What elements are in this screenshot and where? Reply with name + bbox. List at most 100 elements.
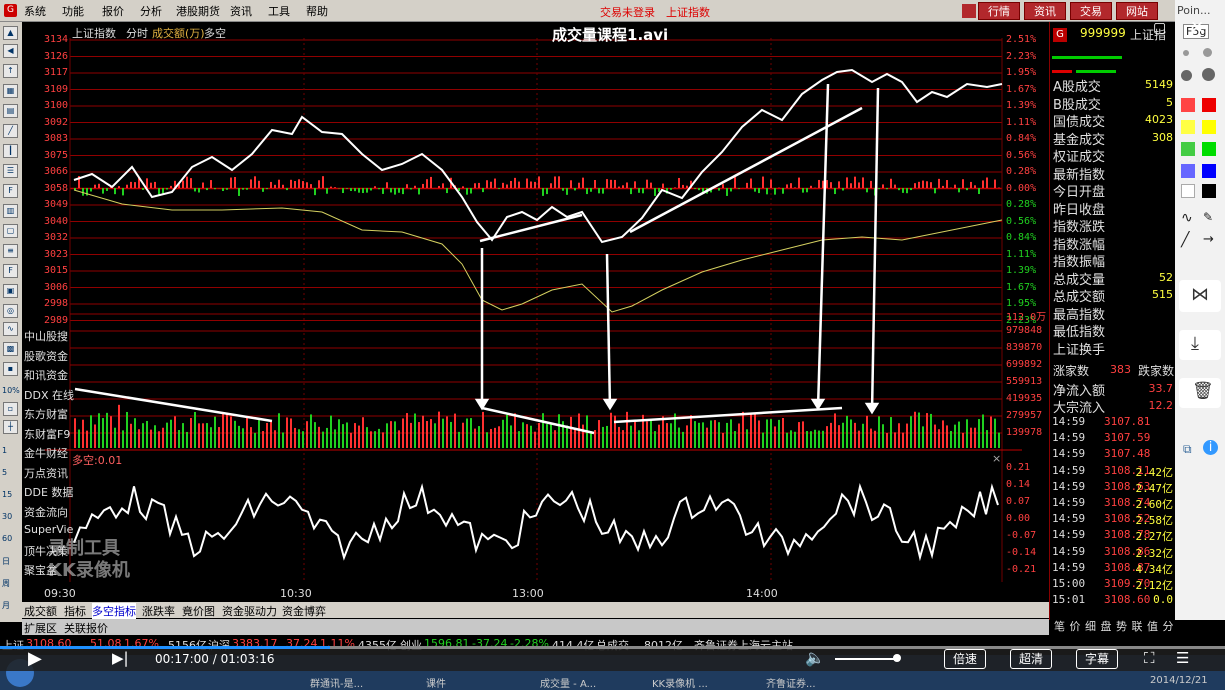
tab-extension[interactable]: 扩展区: [24, 620, 57, 636]
side-menu-item[interactable]: DDE 数据: [24, 484, 73, 500]
side-menu-item[interactable]: 和讯资金: [24, 367, 68, 383]
trade-button[interactable]: 交易: [1070, 2, 1112, 20]
website-button[interactable]: 网站: [1116, 2, 1158, 20]
side-menu-item[interactable]: 资金流向: [24, 504, 68, 520]
tab-fund-drive[interactable]: 资金驱动力: [222, 603, 277, 619]
period-1[interactable]: 1: [2, 446, 7, 455]
quote-button[interactable]: 行情: [978, 2, 1020, 20]
next-icon[interactable]: ▶|: [112, 649, 129, 667]
news-button[interactable]: 资讯: [1024, 2, 1066, 20]
tab-fund-game[interactable]: 资金博弈: [282, 603, 326, 619]
dot-small-icon[interactable]: [1183, 50, 1189, 56]
list-icon[interactable]: ☰: [3, 164, 18, 178]
close-indicator-icon[interactable]: ×: [992, 452, 1001, 465]
arrow-up-icon[interactable]: ▲: [3, 26, 18, 40]
panel-tab[interactable]: 细: [1085, 618, 1096, 634]
up-icon[interactable]: ↑: [3, 64, 18, 78]
eraser-icon[interactable]: ✎: [1203, 210, 1213, 224]
arrow-icon[interactable]: →: [1203, 232, 1214, 247]
side-menu-item[interactable]: 中山股搜: [24, 328, 68, 344]
period-week[interactable]: 周: [2, 578, 10, 589]
mode-longshort[interactable]: 多空: [204, 25, 226, 41]
fullscreen-icon[interactable]: ⛶: [1144, 649, 1155, 667]
restore-icon[interactable]: ▢: [1153, 20, 1166, 36]
back-icon[interactable]: ◀: [3, 44, 18, 58]
color-green2-icon[interactable]: [1202, 142, 1216, 156]
color-yellow2-icon[interactable]: [1202, 120, 1216, 134]
panel-tab[interactable]: 盘: [1101, 618, 1112, 634]
panel-tab[interactable]: 分: [1163, 618, 1174, 634]
f10-icon[interactable]: F: [3, 184, 18, 198]
subtitle-button[interactable]: 字幕: [1076, 649, 1119, 669]
stack-icon[interactable]: ≡: [3, 244, 18, 258]
volume-handle[interactable]: [893, 654, 901, 662]
share-button[interactable]: ⋈: [1179, 280, 1221, 312]
volume-icon[interactable]: 🔈: [805, 648, 825, 667]
period-day[interactable]: 日: [2, 556, 10, 567]
dot-xlarge-icon[interactable]: [1202, 68, 1215, 81]
tab-auction[interactable]: 竟价图: [182, 603, 215, 619]
intraday-chart[interactable]: [22, 22, 1049, 602]
dot-medium-icon[interactable]: [1203, 48, 1212, 57]
delete-button[interactable]: 🗑: [1179, 378, 1221, 408]
wave-icon[interactable]: ∿: [3, 322, 18, 336]
panel-tab[interactable]: 值: [1147, 618, 1158, 634]
color-darkred-icon[interactable]: [1202, 98, 1216, 112]
menu-hk-futures[interactable]: 港股期货: [176, 3, 220, 19]
color-black-icon[interactable]: [1202, 184, 1216, 198]
volume-slider[interactable]: [835, 658, 895, 660]
box2-icon[interactable]: ▫: [3, 402, 18, 416]
speed-button[interactable]: 倍速: [944, 649, 987, 669]
task-kk[interactable]: KK录像机 ...: [652, 675, 708, 690]
candle-icon[interactable]: ┃: [3, 144, 18, 158]
mode-amount[interactable]: 成交额(万): [152, 25, 205, 41]
task-item-0[interactable]: [170, 675, 255, 689]
playlist-icon[interactable]: ☰: [1176, 649, 1189, 667]
task-volume[interactable]: 成交量 - A...: [540, 675, 596, 690]
doc-icon[interactable]: ▣: [3, 284, 18, 298]
square-icon[interactable]: ▪: [3, 362, 18, 376]
panel-tab[interactable]: 笔: [1054, 618, 1065, 634]
color-yellow-icon[interactable]: [1181, 120, 1195, 134]
fin-icon[interactable]: F: [3, 264, 18, 278]
panel-tab[interactable]: 联: [1132, 618, 1143, 634]
trend-icon[interactable]: ╱: [3, 124, 18, 138]
tab-related[interactable]: 关联报价: [64, 620, 108, 636]
menu-help[interactable]: 帮助: [306, 3, 328, 19]
side-menu-item[interactable]: 东方财富: [24, 406, 68, 422]
grid-icon[interactable]: ▦: [3, 84, 18, 98]
panel-tab[interactable]: 势: [1116, 618, 1127, 634]
menu-system[interactable]: 系统: [24, 3, 46, 19]
side-menu-item[interactable]: 东财富F9: [24, 426, 70, 442]
pen-icon[interactable]: ∿: [1181, 210, 1193, 226]
task-broker[interactable]: 齐鲁证券...: [766, 675, 816, 690]
info-icon[interactable]: i: [1203, 440, 1218, 455]
mode-intraday[interactable]: 分时: [126, 25, 148, 41]
color-red-icon[interactable]: [1181, 98, 1195, 112]
menu-function[interactable]: 功能: [62, 3, 84, 19]
task-chat[interactable]: 群通讯-是...: [310, 675, 363, 690]
tab-longshort[interactable]: 多空指标: [92, 603, 136, 619]
play-icon[interactable]: ▶: [28, 648, 42, 669]
tab-indicator[interactable]: 指标: [64, 603, 86, 619]
color-white-icon[interactable]: [1181, 184, 1195, 198]
period-label[interactable]: 10%: [2, 386, 20, 395]
menu-quote[interactable]: 报价: [102, 3, 124, 19]
tick-icon[interactable]: ┼: [3, 420, 18, 434]
color-blue-icon[interactable]: [1181, 164, 1195, 178]
download-button[interactable]: ⤓: [1179, 330, 1221, 360]
side-menu-item[interactable]: 金牛财经: [24, 445, 68, 461]
menu-tools[interactable]: 工具: [268, 3, 290, 19]
circle-icon[interactable]: ◎: [3, 304, 18, 318]
bar-icon[interactable]: ▥: [3, 204, 18, 218]
box-icon[interactable]: ▢: [3, 224, 18, 238]
side-menu-item[interactable]: DDX 在线: [24, 387, 74, 403]
color-green-icon[interactable]: [1181, 142, 1195, 156]
close-video-icon[interactable]: ✕: [1190, 18, 1204, 38]
side-menu-item[interactable]: 股歌资金: [24, 348, 68, 364]
period-60[interactable]: 60: [2, 534, 12, 543]
cube-icon[interactable]: ▩: [3, 342, 18, 356]
chart-icon[interactable]: ▤: [3, 104, 18, 118]
copy-icon[interactable]: ⧉: [1183, 442, 1192, 457]
period-15[interactable]: 15: [2, 490, 12, 499]
